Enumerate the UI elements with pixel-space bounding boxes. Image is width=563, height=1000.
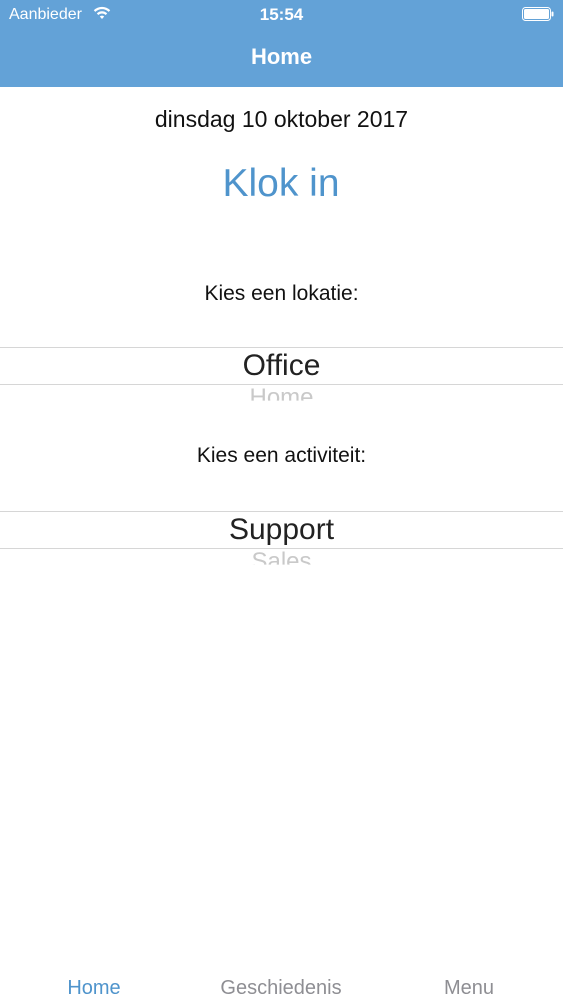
picker-divider bbox=[0, 548, 563, 549]
status-bar: Aanbieder 15:54 bbox=[0, 0, 563, 30]
clock-in-button[interactable]: Klok in bbox=[181, 160, 381, 210]
tab-home[interactable]: Home bbox=[34, 976, 154, 1000]
current-date: dinsdag 10 oktober 2017 bbox=[154, 106, 409, 132]
location-next-option[interactable]: Home bbox=[0, 385, 563, 401]
activity-picker[interactable]: Support Sales bbox=[0, 511, 563, 581]
location-selected-option[interactable]: Office bbox=[0, 348, 563, 384]
picker-divider bbox=[0, 384, 563, 385]
location-label: Kies een lokatie: bbox=[204, 282, 359, 305]
activity-label: Kies een activiteit: bbox=[196, 444, 367, 467]
location-picker[interactable]: Office Home bbox=[0, 347, 563, 417]
activity-selected-option[interactable]: Support bbox=[0, 512, 563, 548]
battery-icon bbox=[522, 7, 554, 21]
tab-menu[interactable]: Menu bbox=[424, 976, 514, 1000]
navigation-bar: Aanbieder 15:54 Home bbox=[0, 0, 563, 87]
page-title: Home bbox=[250, 44, 313, 69]
activity-next-option[interactable]: Sales bbox=[0, 549, 563, 565]
status-time: 15:54 bbox=[259, 5, 304, 24]
tab-bar: Home Geschiedenis Menu bbox=[0, 950, 563, 1000]
tab-history[interactable]: Geschiedenis bbox=[205, 976, 357, 1000]
